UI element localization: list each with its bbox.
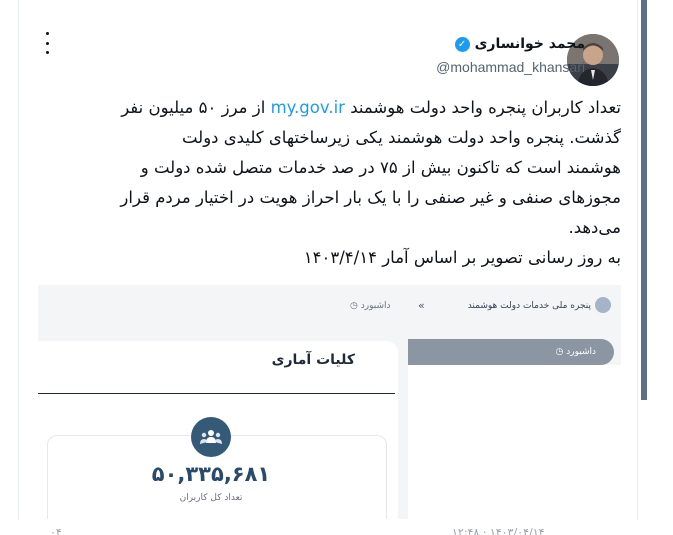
tweet-line-2: گذشت. پنجره واحد دولت هوشمند یکی زیرساخت… <box>181 128 621 147</box>
tweet-line-6: به روز رسانی تصویر بر اساس آمار ۱۴۰۳/۴/۱… <box>303 248 621 267</box>
tweet-text: تعداد کاربران پنجره واحد دولت هوشمند my.… <box>41 93 621 273</box>
sidebar-item-dashboard: داشبورد ◷ <box>408 339 614 365</box>
footer-left-text: ۰۴ <box>50 526 62 535</box>
collapse-arrows-icon: « <box>418 299 425 312</box>
tweet-footer-clipped: ۰۴ ۱۲:۴۸ · ۱۴۰۳/۰۴/۱۴ <box>0 520 673 535</box>
footer-timestamp[interactable]: ۱۲:۴۸ · ۱۴۰۳/۰۴/۱۴ <box>452 526 545 535</box>
users-count: ۵۰,۳۳۵,۶۸۱ <box>151 462 271 486</box>
more-dot-icon <box>45 41 49 45</box>
tweet-line-1: تعداد کاربران پنجره واحد دولت هوشمند my.… <box>41 93 621 123</box>
tweet-media-image[interactable]: پنجره ملی خدمات دولت هوشمند « داشبورد ◷ … <box>38 285 621 519</box>
sidebar-panel <box>408 365 621 519</box>
tweet-line-4: مجوزهای صنفی و غیر صنفی را با یک بار احر… <box>120 188 621 207</box>
breadcrumb-label: داشبورد <box>360 301 391 311</box>
breadcrumb: داشبورد ◷ <box>350 301 391 311</box>
tweet-line-5: می‌دهد. <box>568 218 621 237</box>
sidebar-item-label: داشبورد <box>566 347 596 357</box>
tweet-line-3: هوشمند است که تاکنون بیش از ۷۵ در صد خدم… <box>140 158 621 177</box>
tweet-link[interactable]: my.gov.ir <box>271 98 345 117</box>
tweet-text-segment: تعداد کاربران پنجره واحد دولت هوشمند <box>350 98 621 117</box>
users-group-icon <box>191 417 231 457</box>
tweet-text-segment: از مرز ۵۰ میلیون نفر <box>121 98 266 117</box>
author-handle[interactable]: @mohammad_khansari <box>436 59 585 75</box>
more-dot-icon <box>45 32 49 35</box>
more-options-button[interactable] <box>40 32 54 54</box>
author-display-name[interactable]: محمد خوانساری <box>475 36 585 52</box>
scrollbar-accent[interactable] <box>641 0 647 400</box>
portal-title: پنجره ملی خدمات دولت هوشمند <box>467 301 591 311</box>
author-name-row[interactable]: محمد خوانساری ✓ <box>454 36 585 52</box>
users-count-label: تعداد کل کاربران <box>179 493 243 503</box>
portal-logo-icon <box>595 297 611 313</box>
portal-topbar: پنجره ملی خدمات دولت هوشمند « داشبورد ◷ <box>38 285 621 331</box>
stats-title: کلیات آماری <box>271 352 355 368</box>
verified-badge-icon: ✓ <box>454 36 470 52</box>
stats-divider <box>38 393 395 394</box>
more-dot-icon <box>45 51 49 54</box>
